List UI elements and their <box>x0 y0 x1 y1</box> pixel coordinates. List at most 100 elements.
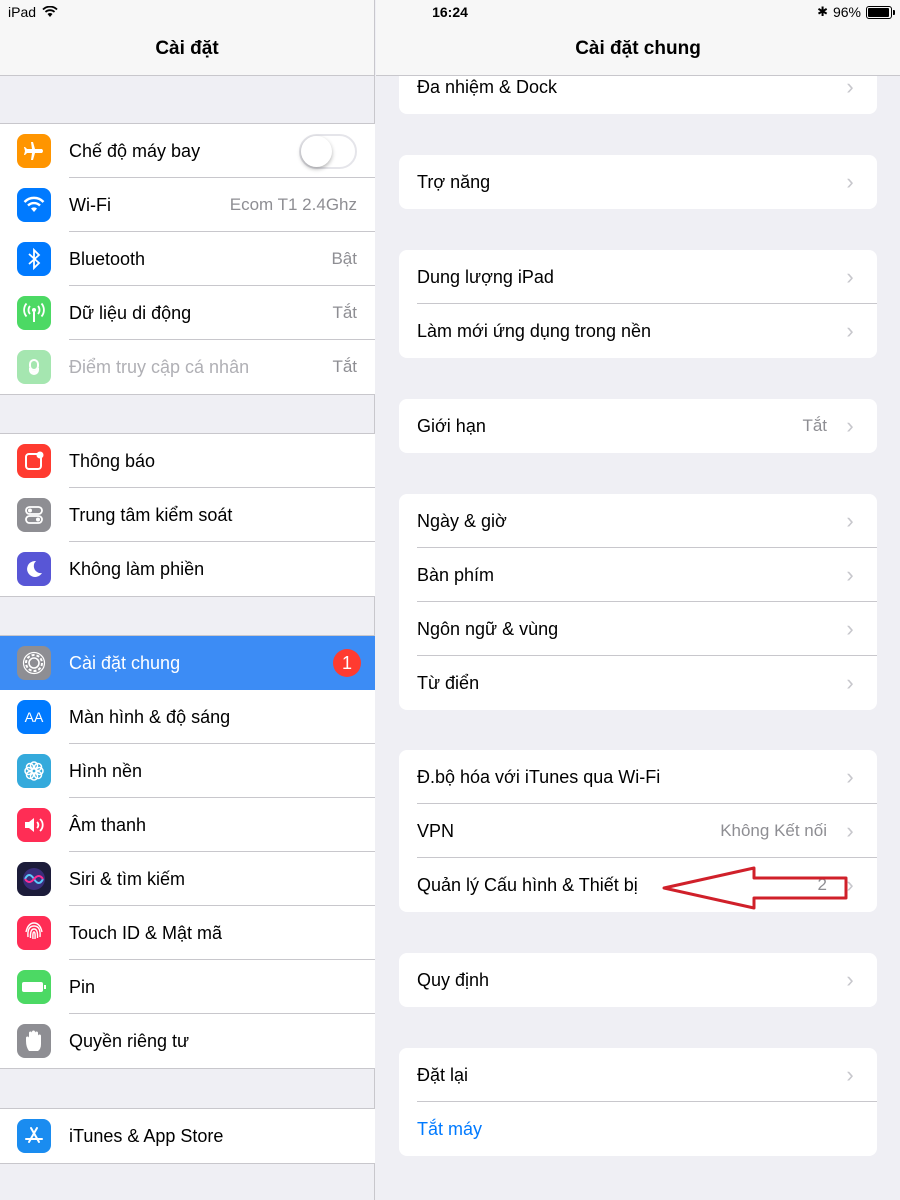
row-label: Quy định <box>417 969 490 990</box>
sidebar-item-cellular[interactable]: Dữ liệu di động Tắt <box>0 286 375 340</box>
sidebar-item-label: Bluetooth <box>69 248 146 269</box>
detail-title: Cài đặt chung <box>575 38 701 59</box>
bluetooth-status-icon: ✱ <box>817 4 828 19</box>
battery-icon <box>17 970 51 1004</box>
row-reset[interactable]: Đặt lại › <box>399 1048 877 1102</box>
sidebar-item-personal-hotspot[interactable]: Điểm truy cập cá nhân Tắt <box>0 340 375 394</box>
vpn-status: Không Kết nối <box>720 821 827 840</box>
row-label: Trợ năng <box>417 171 491 192</box>
locale-card: Ngày & giờ › Bàn phím › Ngôn ngữ & vùng … <box>399 494 877 710</box>
restrictions-card: Giới hạn Tắt › <box>399 399 877 453</box>
sidebar-item-label: Không làm phiền <box>69 558 205 579</box>
general-settings-pane: Cài đặt chung Đa nhiệm & Dock › Trợ năng… <box>376 0 900 1200</box>
row-label: Dung lượng iPad <box>417 266 554 287</box>
chevron-right-icon: › <box>846 413 854 438</box>
connectivity-group: Chế độ máy bay Wi-Fi Ecom T1 2.4Ghz Blue… <box>0 123 375 395</box>
sidebar-item-airplane-mode[interactable]: Chế độ máy bay <box>0 124 375 178</box>
row-itunes-wifi-sync[interactable]: Đ.bộ hóa với iTunes qua Wi-Fi › <box>399 750 877 804</box>
status-bar-right: ✱ 96% <box>817 4 895 20</box>
chevron-right-icon: › <box>846 318 854 343</box>
row-date-time[interactable]: Ngày & giờ › <box>399 494 877 548</box>
control-center-icon <box>17 498 51 532</box>
annotation-arrow-icon <box>662 866 848 910</box>
notifications-icon <box>17 444 51 478</box>
sidebar-item-battery[interactable]: Pin <box>0 960 375 1014</box>
chevron-right-icon: › <box>846 764 854 789</box>
shut-down-link: Tắt máy <box>417 1118 483 1139</box>
sidebar-item-notifications[interactable]: Thông báo <box>0 434 375 488</box>
storage-card: Dung lượng iPad › Làm mới ứng dụng trong… <box>399 250 877 358</box>
notifications-group: Thông báo Trung tâm kiểm soát Không làm … <box>0 433 375 597</box>
speaker-icon <box>17 808 51 842</box>
sidebar-item-label: Chế độ máy bay <box>69 140 201 161</box>
cellular-icon <box>17 296 51 330</box>
sidebar-item-label: Thông báo <box>69 450 156 471</box>
battery-status-icon <box>866 5 895 19</box>
sidebar-item-display-brightness[interactable]: AA Màn hình & độ sáng <box>0 690 375 744</box>
update-badge: 1 <box>333 649 361 677</box>
sidebar-item-label: Pin <box>69 976 96 997</box>
sidebar-item-general[interactable]: Cài đặt chung 1 <box>0 636 375 690</box>
sidebar-item-label: Cài đặt chung <box>69 652 181 673</box>
sidebar-item-label: Wi-Fi <box>69 194 111 215</box>
row-ipad-storage[interactable]: Dung lượng iPad › <box>399 250 877 304</box>
row-label: Đặt lại <box>417 1064 469 1085</box>
toggle-knob <box>301 135 332 167</box>
sidebar-item-wallpaper[interactable]: Hình nền <box>0 744 375 798</box>
sidebar-item-bluetooth[interactable]: Bluetooth Bật <box>0 232 375 286</box>
row-keyboard[interactable]: Bàn phím › <box>399 548 877 602</box>
row-regulatory[interactable]: Quy định › <box>399 953 877 1007</box>
chevron-right-icon: › <box>846 616 854 641</box>
siri-icon <box>17 862 51 896</box>
regulatory-card: Quy định › <box>399 953 877 1007</box>
sidebar-item-touch-id-passcode[interactable]: Touch ID & Mật mã <box>0 906 375 960</box>
sidebar-item-label: Quyền riêng tư <box>69 1030 190 1051</box>
chevron-right-icon: › <box>846 562 854 587</box>
battery-fill <box>868 7 890 17</box>
row-background-app-refresh[interactable]: Làm mới ứng dụng trong nền › <box>399 304 877 358</box>
status-bar: iPad 16:24 ✱ 96% <box>0 0 900 24</box>
sidebar-item-privacy[interactable]: Quyền riêng tư <box>0 1014 375 1068</box>
status-time: 16:24 <box>432 4 468 20</box>
row-language-region[interactable]: Ngôn ngữ & vùng › <box>399 602 877 656</box>
row-label: Giới hạn <box>417 415 486 436</box>
sidebar-item-wifi[interactable]: Wi-Fi Ecom T1 2.4Ghz <box>0 178 375 232</box>
hand-icon <box>17 1024 51 1058</box>
sidebar-item-sounds[interactable]: Âm thanh <box>0 798 375 852</box>
sidebar-item-label: Siri & tìm kiếm <box>69 868 186 889</box>
row-shut-down[interactable]: Tắt máy <box>399 1102 877 1156</box>
row-vpn[interactable]: VPN Không Kết nối › <box>399 804 877 858</box>
hotspot-status: Tắt <box>332 357 357 376</box>
row-accessibility[interactable]: Trợ năng › <box>399 155 877 209</box>
chevron-right-icon: › <box>846 264 854 289</box>
row-restrictions[interactable]: Giới hạn Tắt › <box>399 399 877 453</box>
display-icon: AA <box>17 700 51 734</box>
sidebar-item-label: Hình nền <box>69 760 143 781</box>
wallpaper-icon <box>17 754 51 788</box>
sidebar-title: Cài đặt <box>155 38 219 59</box>
airplane-mode-toggle[interactable] <box>299 133 357 169</box>
accessibility-card: Trợ năng › <box>399 155 877 209</box>
sidebar-item-control-center[interactable]: Trung tâm kiểm soát <box>0 488 375 542</box>
sidebar-item-siri-search[interactable]: Siri & tìm kiếm <box>0 852 375 906</box>
store-group: iTunes & App Store <box>0 1108 375 1164</box>
sidebar-item-itunes-app-store[interactable]: iTunes & App Store <box>0 1109 375 1163</box>
gear-icon <box>17 646 51 680</box>
chevron-right-icon: › <box>846 670 854 695</box>
wifi-icon <box>17 188 51 222</box>
bluetooth-status: Bật <box>331 249 357 268</box>
wifi-network-name: Ecom T1 2.4Ghz <box>229 195 357 214</box>
moon-icon <box>17 552 51 586</box>
sidebar-item-label: Touch ID & Mật mã <box>69 922 223 943</box>
bluetooth-icon <box>17 242 51 276</box>
row-label: Đa nhiệm & Dock <box>417 76 558 97</box>
sidebar-item-label: iTunes & App Store <box>69 1125 224 1146</box>
airplane-icon <box>17 134 51 168</box>
sidebar-item-label: Màn hình & độ sáng <box>69 706 231 727</box>
restrictions-status: Tắt <box>802 416 827 435</box>
chevron-right-icon: › <box>846 508 854 533</box>
row-dictionary[interactable]: Từ điển › <box>399 656 877 710</box>
row-label: Ngày & giờ <box>417 510 507 531</box>
sidebar-item-do-not-disturb[interactable]: Không làm phiền <box>0 542 375 596</box>
row-label: Bàn phím <box>417 564 495 585</box>
